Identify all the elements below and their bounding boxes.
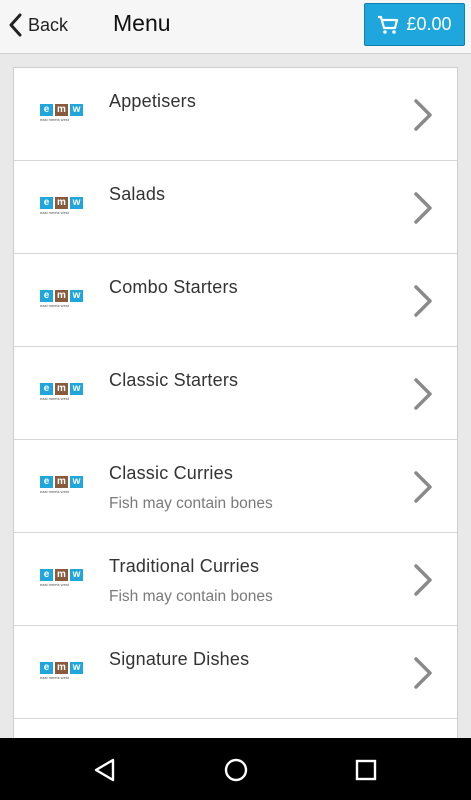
menu-category-label: Combo Starters — [109, 277, 238, 297]
logo-tagline: east meets west — [40, 675, 69, 680]
logo-letter: w — [70, 662, 83, 674]
menu-category-row[interactable]: e m w east meets west Classic Starters — [14, 347, 457, 440]
system-nav-bar — [0, 738, 471, 800]
logo-letter: e — [40, 476, 53, 488]
logo-tagline: east meets west — [40, 582, 69, 587]
cart-total: £0.00 — [406, 14, 452, 34]
logo-tagline: east meets west — [40, 489, 69, 494]
brand-logo: e m w east meets west — [40, 383, 84, 405]
back-button[interactable]: Back — [8, 9, 68, 41]
home-circle-icon[interactable] — [222, 756, 250, 784]
menu-category-note: Fish may contain bones — [109, 495, 273, 512]
logo-letter: w — [70, 104, 83, 116]
logo-tagline: east meets west — [40, 396, 69, 401]
brand-logo: e m w east meets west — [40, 290, 84, 312]
chevron-left-icon — [9, 13, 22, 37]
menu-list: e m w east meets west Appetisers e m w east meet… — [13, 67, 458, 747]
brand-logo: e m w east meets west — [40, 197, 84, 219]
brand-logo: e m w east meets west — [40, 104, 84, 126]
logo-tagline: east meets west — [40, 303, 69, 308]
brand-logo: e m w east meets west — [40, 476, 84, 498]
chevron-right-icon — [414, 99, 432, 131]
logo-letter: m — [55, 476, 68, 488]
brand-logo: e m w east meets west — [40, 662, 84, 684]
logo-letter: m — [55, 383, 68, 395]
logo-letter: e — [40, 569, 53, 581]
logo-letter: m — [55, 104, 68, 116]
logo-letter: w — [70, 197, 83, 209]
logo-letter: e — [40, 197, 53, 209]
menu-category-note: Fish may contain bones — [109, 588, 273, 605]
logo-letter: m — [55, 197, 68, 209]
menu-category-label: Classic Curries — [109, 463, 234, 483]
menu-category-label: Classic Starters — [109, 370, 239, 390]
menu-category-row[interactable]: e m w east meets west Traditional Curries Fis… — [14, 533, 457, 626]
logo-tagline: east meets west — [40, 210, 69, 215]
back-label: Back — [28, 14, 69, 35]
chevron-right-icon — [414, 657, 432, 689]
logo-letter: m — [55, 290, 68, 302]
menu-category-row[interactable]: e m w east meets west Appetisers — [14, 68, 457, 161]
menu-category-row[interactable]: e m w east meets west Salads — [14, 161, 457, 254]
logo-tagline: east meets west — [40, 117, 69, 122]
logo-letter: w — [70, 476, 83, 488]
app-header: Back Menu £0.00 — [0, 0, 471, 54]
menu-category-label: Appetisers — [109, 91, 197, 111]
logo-letter: m — [55, 569, 68, 581]
menu-category-label: Traditional Curries — [109, 556, 260, 576]
menu-category-row[interactable]: e m w east meets west Classic Curries Fish ma… — [14, 440, 457, 533]
menu-category-row[interactable]: e m w east meets west Combo Starters — [14, 254, 457, 347]
logo-letter: w — [70, 383, 83, 395]
logo-letter: e — [40, 383, 53, 395]
logo-letter: e — [40, 290, 53, 302]
menu-category-label: Signature Dishes — [109, 649, 250, 669]
cart-button[interactable]: £0.00 — [364, 3, 465, 46]
page-title: Menu — [113, 10, 171, 36]
logo-letter: m — [55, 662, 68, 674]
back-triangle-icon[interactable] — [91, 756, 119, 784]
chevron-right-icon — [414, 192, 432, 224]
chevron-right-icon — [414, 378, 432, 410]
cart-icon — [378, 15, 399, 34]
menu-category-row[interactable]: e m w east meets west Signature Dishes — [14, 626, 457, 719]
brand-logo: e m w east meets west — [40, 569, 84, 591]
logo-letter: e — [40, 662, 53, 674]
logo-letter: e — [40, 104, 53, 116]
chevron-right-icon — [414, 285, 432, 317]
logo-letter: w — [70, 569, 83, 581]
menu-category-label: Salads — [109, 184, 166, 204]
recents-square-icon[interactable] — [352, 756, 380, 784]
chevron-right-icon — [414, 564, 432, 596]
chevron-right-icon — [414, 471, 432, 503]
logo-letter: w — [70, 290, 83, 302]
